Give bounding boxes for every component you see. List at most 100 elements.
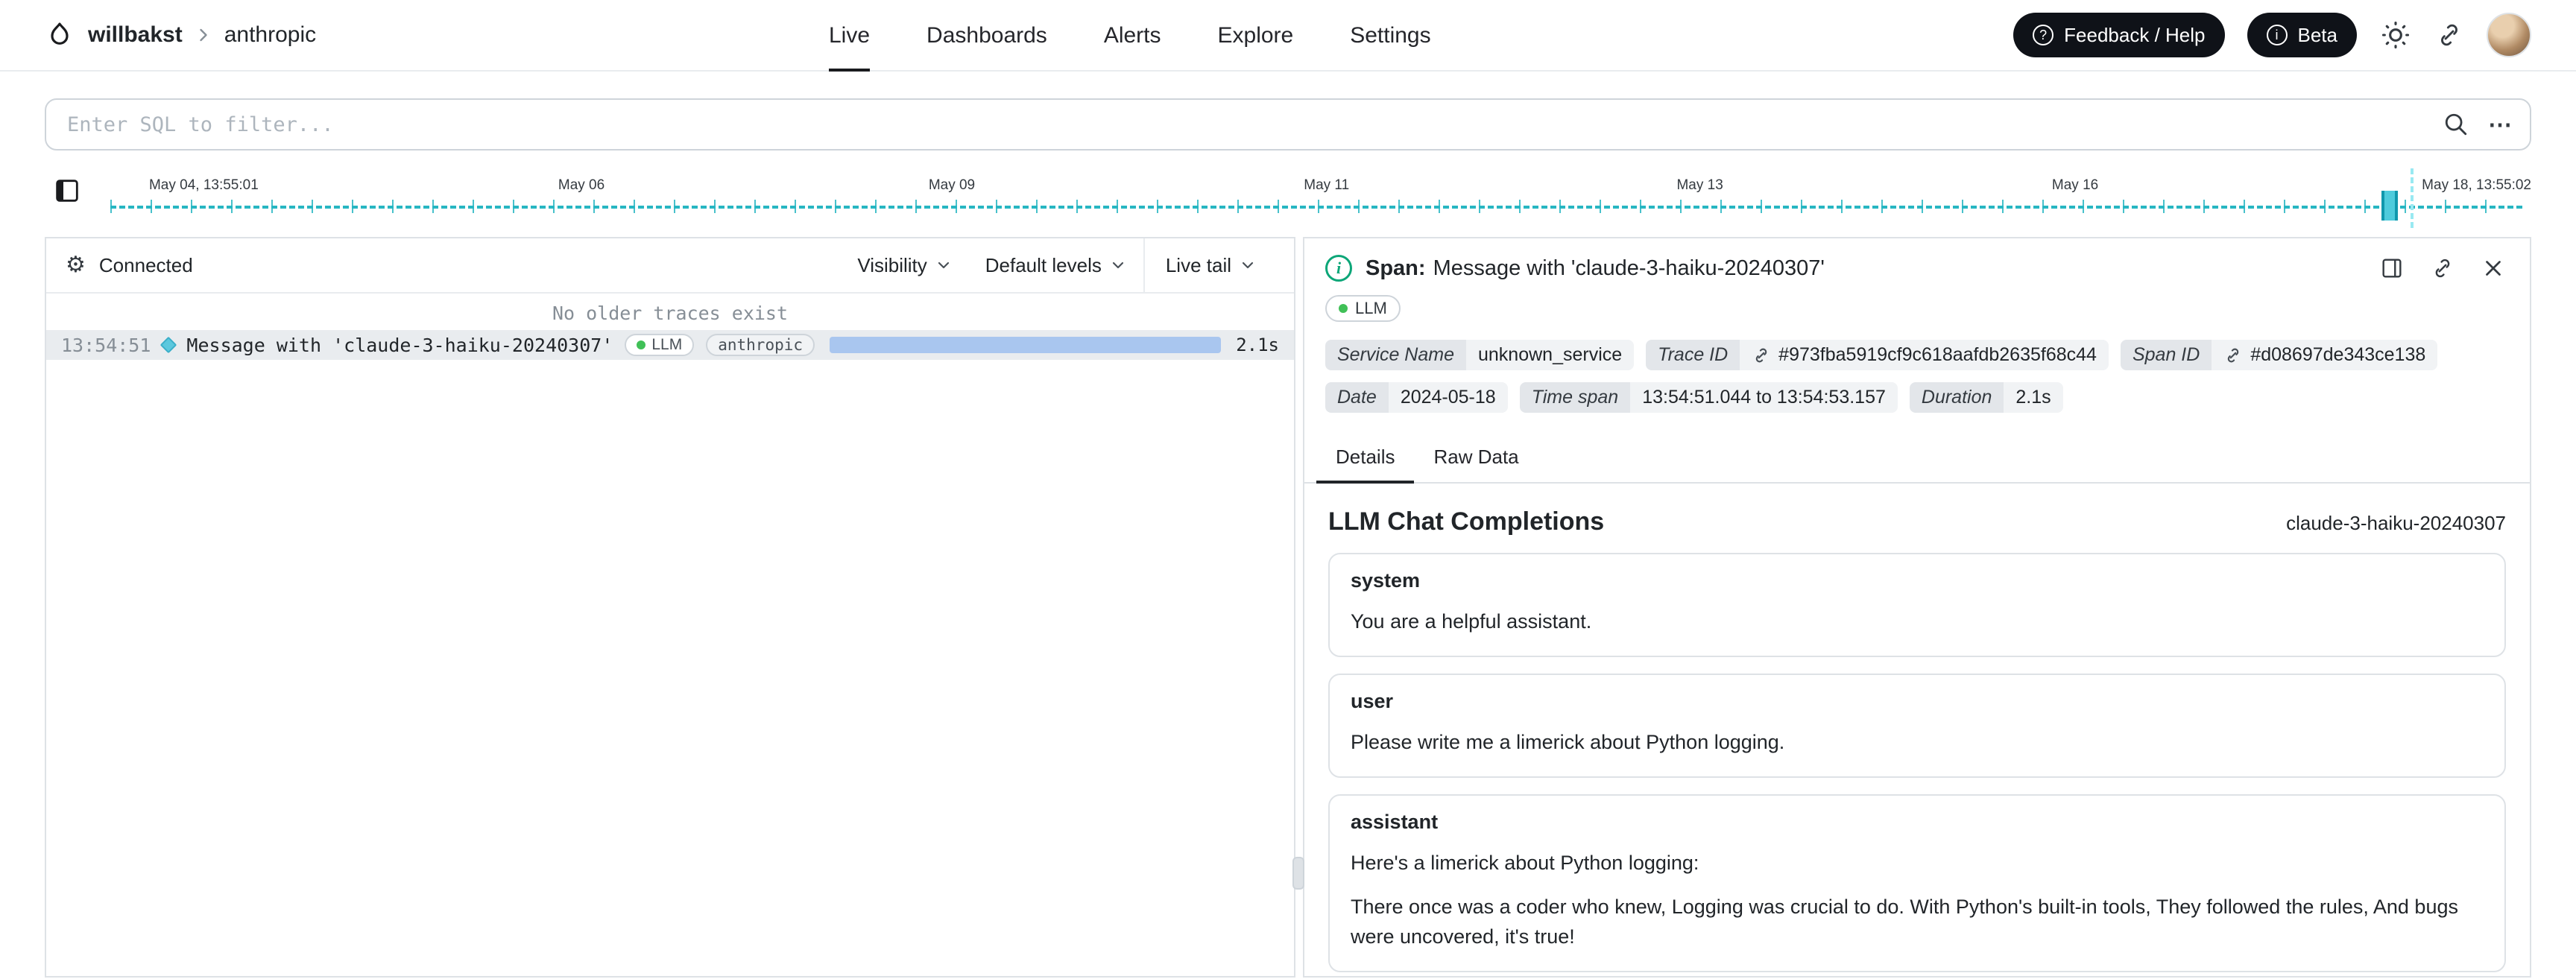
link-icon [2228, 348, 2239, 362]
help-circle-icon: ? [2033, 25, 2054, 45]
property-label: Trace ID [1646, 340, 1740, 370]
info-circle-teal-icon: i [1325, 255, 1352, 282]
tab-raw-data[interactable]: Raw Data [1414, 434, 1538, 484]
span-header-icons [2379, 256, 2506, 281]
panel-splitter[interactable] [1292, 237, 1304, 978]
timeline-tick-label: May 09 [928, 177, 976, 193]
message-role: system [1351, 569, 1421, 592]
nav-item-alerts[interactable]: Alerts [1104, 0, 1161, 72]
breadcrumb-project[interactable]: anthropic [224, 22, 316, 48]
trace-title: Message with 'claude-3-haiku-20240307' [186, 334, 613, 356]
connection-status: Connected [98, 253, 193, 276]
span-title: Span: Message with 'claude-3-haiku-202403… [1366, 256, 1825, 281]
trace-row[interactable]: 13:54:51 Message with 'claude-3-haiku-20… [46, 330, 1294, 360]
message-card-assistant: assistant Here's a limerick about Python… [1328, 794, 2506, 972]
time-range-chart[interactable]: May 04, 13:55:01 May 06 May 09 May 11 Ma… [110, 168, 2531, 228]
message-card-user: user Please write me a limerick about Py… [1328, 674, 2506, 779]
feedback-help-button[interactable]: ? Feedback / Help [2013, 13, 2225, 57]
property-value: unknown_service [1466, 340, 1635, 370]
trace-duration-cell: 2.1s [830, 335, 1279, 355]
span-title-text: Message with 'claude-3-haiku-20240307' [1433, 256, 1825, 280]
default-levels-label: Default levels [985, 253, 1102, 276]
span-header: i Span: Message with 'claude-3-haiku-2024… [1304, 238, 2530, 291]
property-label: Duration [1909, 382, 2004, 413]
span-properties-row-2: Date 2024-05-18 Time span 13:54:51.044 t… [1325, 382, 2509, 413]
search-bar-icons: ⋯ [2443, 98, 2513, 151]
info-circle-icon: i [2266, 25, 2288, 45]
span-id-value: #d08697de343ce138 [2250, 344, 2426, 365]
span-title-prefix: Span: [1366, 256, 1426, 280]
nav-item-dashboards[interactable]: Dashboards [926, 0, 1047, 72]
tab-details[interactable]: Details [1316, 434, 1415, 484]
trace-id-property[interactable]: Trace ID #973fba5919cf9c618aafdb2635f68c… [1646, 340, 2109, 370]
copy-link-icon[interactable] [2430, 256, 2455, 281]
property-value: 13:54:51.044 to 13:54:53.157 [1630, 382, 1898, 413]
property-label: Date [1325, 382, 1389, 413]
main-nav: Live Dashboards Alerts Explore Settings [829, 0, 1431, 72]
span-type-badge: LLM [1325, 295, 1401, 322]
timeline-live-edge [2410, 168, 2414, 228]
timeline-tick-label: May 11 [1304, 177, 1350, 193]
message-role: assistant [1351, 811, 1439, 834]
breadcrumb-org[interactable]: willbakst [88, 22, 183, 48]
section-title: LLM Chat Completions [1328, 507, 1605, 536]
live-tail-dropdown[interactable]: Live tail [1143, 238, 1294, 292]
nav-right-controls: ? Feedback / Help i Beta [2013, 13, 2531, 57]
span-tabs: Details Raw Data [1304, 434, 2530, 484]
green-dot-icon [1339, 304, 1348, 313]
search-icon[interactable] [2443, 112, 2469, 137]
message-content: There once was a coder who knew, Logging… [1351, 896, 2458, 948]
property-value: 2.1s [2004, 382, 2063, 413]
feedback-help-label: Feedback / Help [2064, 23, 2206, 46]
span-id-property[interactable]: Span ID #d08697de343ce138 [2120, 340, 2438, 370]
chevron-right-icon [193, 25, 214, 45]
splitter-drag-handle[interactable] [1292, 857, 1304, 890]
property-value: 2024-05-18 [1388, 382, 1508, 413]
service-name-property: Service Name unknown_service [1325, 340, 1635, 370]
anthropic-badge: anthropic [706, 334, 815, 356]
nav-item-live[interactable]: Live [829, 0, 871, 72]
trace-id-value: #973fba5919cf9c618aafdb2635f68c44 [1778, 344, 2097, 365]
top-nav: willbakst anthropic Live Dashboards Aler… [0, 0, 2576, 72]
timeline-tick-label: May 13 [1676, 177, 1723, 193]
message-role: user [1351, 690, 1394, 713]
timeline-selection-brush[interactable] [2381, 191, 2398, 221]
close-icon[interactable] [2481, 256, 2506, 281]
timeline-tick-label: May 04, 13:55:01 [148, 177, 259, 193]
timeline-tick-label: May 16 [2051, 177, 2099, 193]
trace-duration: 2.1s [1236, 335, 1279, 355]
span-type-label: LLM [1355, 299, 1387, 317]
timeline-tick-label: May 06 [558, 177, 605, 193]
span-body: LLM Chat Completions claude-3-haiku-2024… [1304, 484, 2530, 976]
sidebar-toggle-icon[interactable] [45, 168, 89, 213]
link-icon [1755, 348, 1767, 362]
property-value: #d08697de343ce138 [2212, 340, 2438, 370]
search-more-menu-icon[interactable]: ⋯ [2488, 113, 2513, 136]
expand-panel-icon[interactable] [2379, 256, 2405, 281]
visibility-dropdown[interactable]: Visibility [841, 238, 968, 292]
llm-badge: LLM [625, 334, 695, 356]
beta-button[interactable]: i Beta [2247, 13, 2357, 57]
share-link-icon[interactable] [2434, 20, 2464, 50]
sql-filter-input[interactable] [45, 98, 2531, 151]
theme-toggle-sun-icon[interactable] [2379, 19, 2412, 51]
nav-item-explore[interactable]: Explore [1218, 0, 1294, 72]
timeline-row: May 04, 13:55:01 May 06 May 09 May 11 Ma… [45, 168, 2531, 228]
search-bar: ⋯ [45, 98, 2531, 151]
settings-gear-icon[interactable]: ⚙ [66, 254, 86, 276]
user-avatar[interactable] [2487, 13, 2531, 57]
timeline-tick-label: May 18, 13:55:02 [2422, 177, 2531, 193]
timespan-property: Time span 13:54:51.044 to 13:54:53.157 [1519, 382, 1898, 413]
timeline-dashed-line [110, 206, 2522, 209]
chevron-down-icon [1242, 262, 1254, 269]
no-older-traces-message: No older traces exist [552, 302, 789, 324]
trace-list-header: ⚙ Connected Visibility Default levels Li… [46, 238, 1294, 294]
duration-bar [830, 337, 1222, 353]
message-content: You are a helpful assistant. [1351, 610, 1592, 633]
app-logo-icon[interactable] [45, 20, 75, 50]
default-levels-dropdown[interactable]: Default levels [969, 238, 1143, 292]
chevron-down-icon [938, 262, 949, 269]
nav-item-settings[interactable]: Settings [1350, 0, 1430, 72]
duration-property: Duration 2.1s [1909, 382, 2063, 413]
beta-label: Beta [2297, 23, 2338, 46]
